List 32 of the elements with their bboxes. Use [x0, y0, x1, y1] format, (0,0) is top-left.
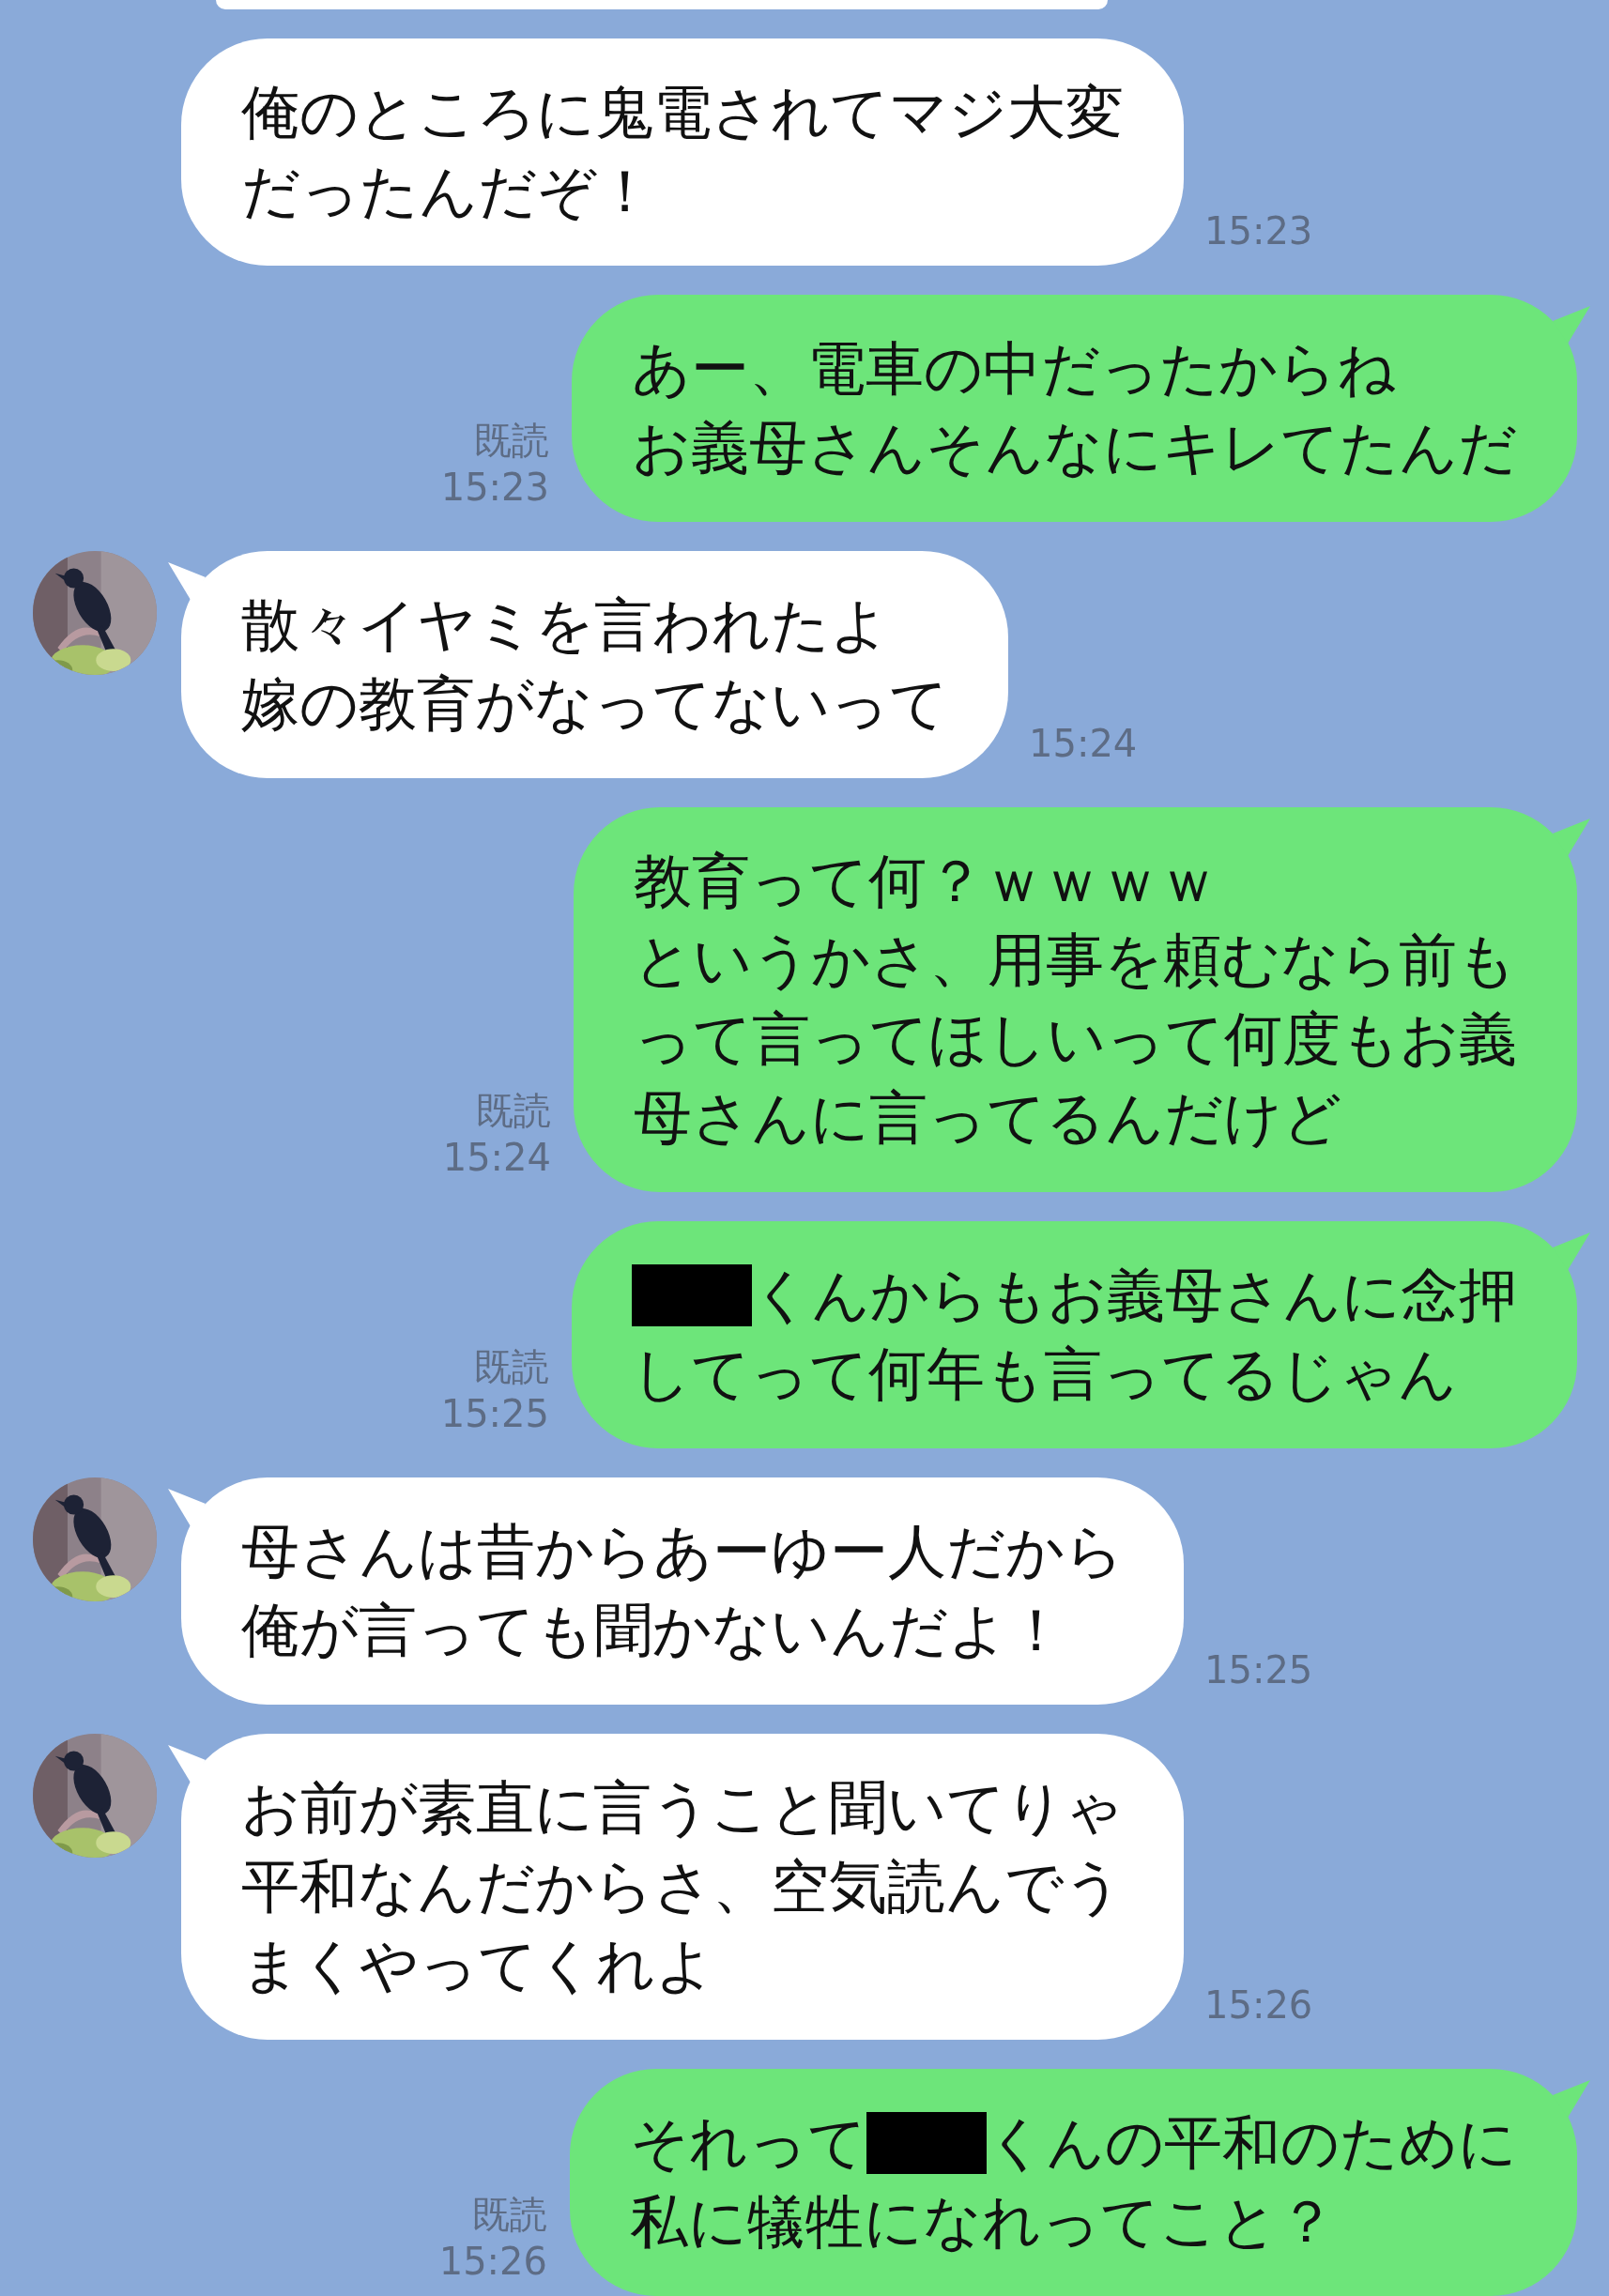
message-text: 俺が言っても聞かないんだよ！: [241, 1595, 1065, 1666]
timestamp: 15:24: [1029, 721, 1138, 767]
message-text: くんの平和のために: [987, 2107, 1517, 2179]
timestamp: 15:23: [440, 465, 549, 511]
message-text: 散々イヤミを言われたよ: [241, 589, 889, 661]
timestamp: 15:25: [1204, 1647, 1313, 1693]
message-text: というかさ、用事を頼むなら前も: [634, 925, 1516, 996]
message-text: 母さんに言ってるんだけど: [634, 1082, 1341, 1154]
message-text: 俺のところに鬼電されてマジ大変: [241, 77, 1124, 148]
message-text: 平和なんだからさ、空気読んでう: [241, 1851, 1123, 1922]
message-text: 嫁の教育がなってないって: [241, 668, 948, 740]
message-text: お義母さんそんなにキレてたんだ: [632, 412, 1517, 483]
message-text: 母さんは昔からあーゆー人だから: [241, 1516, 1124, 1587]
message-text: お前が素直に言うこと聞いてりゃ: [241, 1772, 1124, 1844]
message-text: 私に犠牲になれってこと？: [630, 2186, 1336, 2258]
message-text: 教育って何？ｗｗｗｗ: [634, 846, 1218, 917]
timestamp: 15:23: [1204, 208, 1313, 254]
message-text: くんからもお義母さんに念押: [752, 1260, 1517, 1331]
read-receipt: 既読: [474, 1344, 549, 1390]
message-text: してって何年も言ってるじゃん: [632, 1339, 1457, 1410]
timestamp: 15:26: [438, 2239, 547, 2285]
message-text: それって: [630, 2107, 866, 2179]
message-text: まくやってくれよ: [241, 1930, 714, 2001]
message-text: だったんだぞ！: [241, 156, 654, 227]
timestamp: 15:26: [1204, 1982, 1313, 2028]
timestamp: 15:25: [440, 1391, 549, 1437]
read-receipt: 既読: [472, 2192, 547, 2238]
message-text: って言ってほしいって何度もお義: [634, 1003, 1517, 1075]
message-text: あー、電車の中だったからね: [632, 333, 1396, 405]
read-receipt: 既読: [474, 418, 549, 464]
read-receipt: 既読: [476, 1088, 551, 1134]
timestamp: 15:24: [442, 1135, 551, 1181]
